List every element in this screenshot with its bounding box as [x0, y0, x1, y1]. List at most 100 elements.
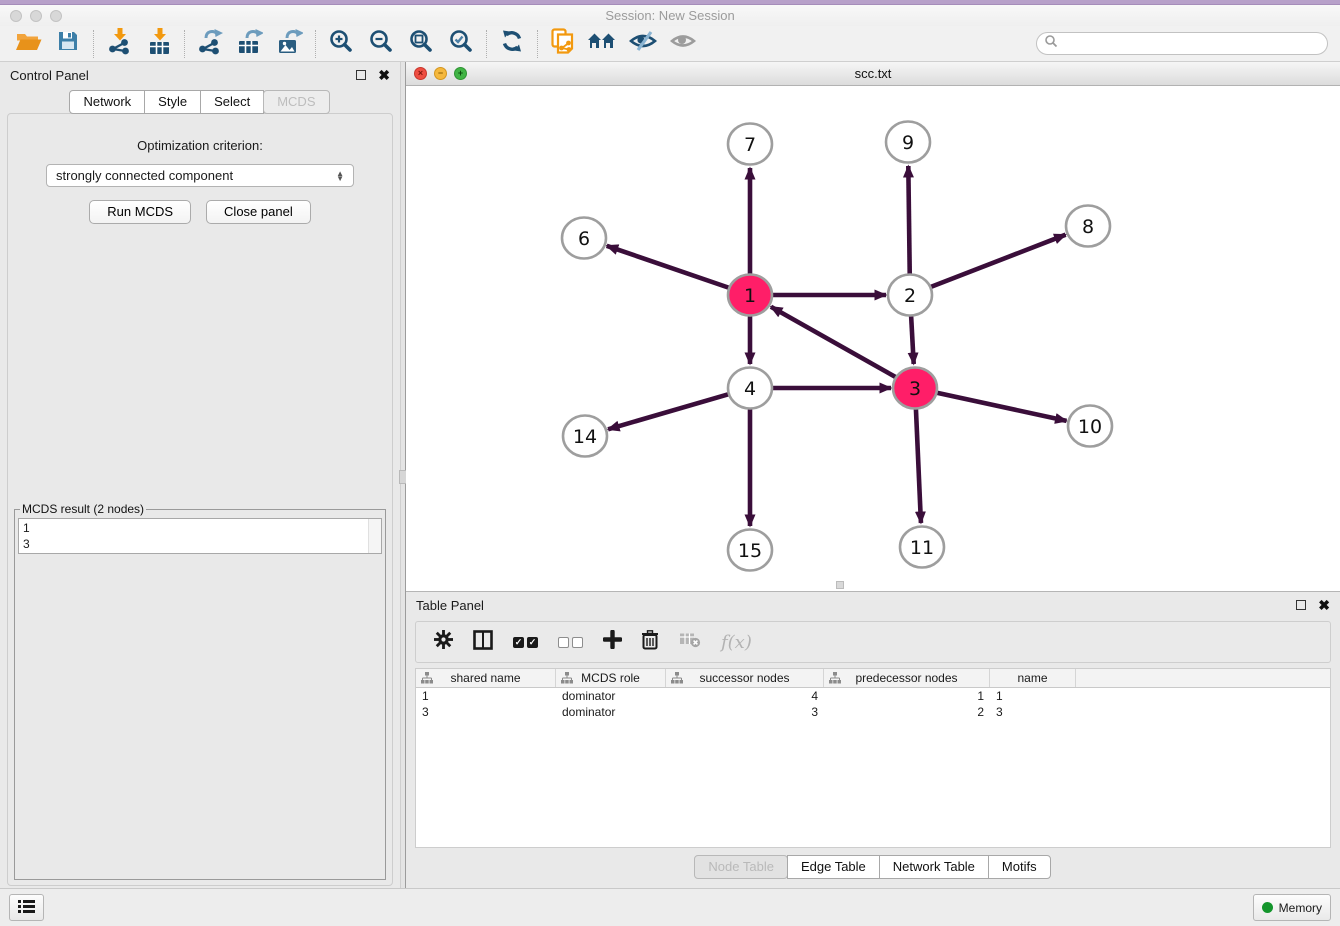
table-cell[interactable]: 1 [416, 688, 556, 704]
search-field[interactable] [1036, 32, 1328, 55]
table-tab-node-table[interactable]: Node Table [694, 855, 788, 879]
delete-table-button[interactable] [679, 631, 701, 653]
result-scrollbar[interactable] [368, 519, 381, 553]
node-3[interactable]: 3 [893, 368, 937, 409]
table-cell[interactable]: dominator [556, 704, 666, 720]
column-header-predecessor-nodes[interactable]: predecessor nodes [824, 669, 990, 687]
close-panel-button[interactable]: Close panel [206, 200, 311, 224]
table-cell[interactable]: 1 [990, 688, 1076, 704]
edge-2-9[interactable] [908, 166, 909, 275]
table-cell[interactable]: 3 [416, 704, 556, 720]
tab-style[interactable]: Style [144, 90, 201, 114]
node-6[interactable]: 6 [562, 218, 606, 259]
show-graphics-details-button[interactable] [663, 28, 703, 60]
criterion-dropdown[interactable]: strongly connected component ▲▼ [46, 164, 354, 187]
export-table-button[interactable] [230, 28, 270, 60]
column-header-name[interactable]: name [990, 669, 1076, 687]
table-row[interactable]: 1dominator411 [416, 688, 1330, 704]
column-header-shared-name[interactable]: shared name [416, 669, 556, 687]
zoom-window-button[interactable] [50, 10, 62, 22]
node-2[interactable]: 2 [888, 275, 932, 316]
delete-row-button[interactable] [642, 630, 659, 655]
node-15[interactable]: 15 [728, 530, 772, 571]
close-panel-icon[interactable]: ✖ [378, 68, 390, 82]
network-from-selection-button[interactable] [543, 28, 583, 60]
save-session-button[interactable] [48, 28, 88, 60]
network-window-controls[interactable]: × − + [414, 67, 467, 80]
table-tab-edge-table[interactable]: Edge Table [787, 855, 880, 879]
titlebar: Session: New Session [0, 5, 1340, 26]
network-graph[interactable]: 7 9 6 8 1 2 4 3 14 10 15 11 [406, 86, 1340, 591]
tab-select[interactable]: Select [200, 90, 264, 114]
node-table: shared nameMCDS rolesuccessor nodesprede… [415, 668, 1331, 848]
edge-3-1[interactable] [771, 307, 898, 378]
table-tab-network-table[interactable]: Network Table [879, 855, 989, 879]
zoom-in-button[interactable] [321, 28, 361, 60]
edge-2-3[interactable] [911, 315, 914, 364]
table-cell[interactable]: 2 [824, 704, 990, 720]
deselect-all-button[interactable] [558, 637, 583, 648]
close-window-button[interactable] [10, 10, 22, 22]
column-header-successor-nodes[interactable]: successor nodes [666, 669, 824, 687]
export-image-button[interactable] [270, 28, 310, 60]
table-cell[interactable]: 3 [666, 704, 824, 720]
node-4[interactable]: 4 [728, 368, 772, 409]
mcds-result-title: MCDS result (2 nodes) [20, 502, 146, 516]
edge-1-6[interactable] [607, 246, 731, 289]
node-1[interactable]: 1 [728, 275, 772, 316]
add-row-button[interactable] [603, 630, 622, 654]
float-panel-icon[interactable] [356, 70, 366, 80]
table-cell[interactable]: 3 [990, 704, 1076, 720]
zoom-out-button[interactable] [361, 28, 401, 60]
export-network-button[interactable] [190, 28, 230, 60]
close-table-panel-icon[interactable]: ✖ [1318, 598, 1330, 612]
zoom-fit-button[interactable] [401, 28, 441, 60]
table-cell[interactable]: 1 [824, 688, 990, 704]
mcds-result-text[interactable]: 13 [18, 518, 382, 554]
node-11[interactable]: 11 [900, 527, 944, 568]
edge-3-11[interactable] [916, 408, 921, 523]
run-mcds-button[interactable]: Run MCDS [89, 200, 191, 224]
network-maximize-button[interactable]: + [454, 67, 467, 80]
network-canvas[interactable]: 7 9 6 8 1 2 4 3 14 10 15 11 [406, 86, 1340, 591]
table-panel: Table Panel ✖ ✓ ✓ [406, 592, 1340, 888]
window-controls[interactable] [10, 10, 62, 22]
edge-2-8[interactable] [929, 235, 1066, 288]
node-14[interactable]: 14 [563, 416, 607, 457]
select-all-button[interactable]: ✓ ✓ [513, 637, 538, 648]
canvas-resize-handle[interactable] [836, 581, 844, 589]
table-cell[interactable]: dominator [556, 688, 666, 704]
import-network-button[interactable] [99, 28, 139, 60]
refresh-button[interactable] [492, 28, 532, 60]
ndex-home-button[interactable] [583, 28, 623, 60]
table-settings-button[interactable] [434, 630, 453, 654]
show-columns-button[interactable] [473, 630, 493, 655]
zoom-selected-button[interactable] [441, 28, 481, 60]
import-table-button[interactable] [139, 28, 179, 60]
tab-network[interactable]: Network [69, 90, 145, 114]
tab-mcds[interactable]: MCDS [263, 90, 329, 114]
edge-4-14[interactable] [608, 394, 731, 430]
export-network-icon [197, 28, 223, 60]
column-header-MCDS-role[interactable]: MCDS role [556, 669, 666, 687]
minimize-window-button[interactable] [30, 10, 42, 22]
open-file-button[interactable] [8, 28, 48, 60]
node-7[interactable]: 7 [728, 124, 772, 165]
node-9[interactable]: 9 [886, 122, 930, 163]
table-row[interactable]: 3dominator323 [416, 704, 1330, 720]
node-10[interactable]: 10 [1068, 406, 1112, 447]
table-tab-motifs[interactable]: Motifs [988, 855, 1051, 879]
network-close-button[interactable]: × [414, 67, 427, 80]
float-table-panel-icon[interactable] [1296, 600, 1306, 610]
memory-button[interactable]: Memory [1253, 894, 1331, 921]
result-line: 1 [23, 520, 377, 536]
node-8[interactable]: 8 [1066, 206, 1110, 247]
hide-graphics-details-button[interactable] [623, 28, 663, 60]
network-minimize-button[interactable]: − [434, 67, 447, 80]
edge-3-10[interactable] [935, 392, 1067, 421]
toolbar-separator [184, 30, 185, 58]
show-panels-button[interactable] [9, 894, 44, 921]
search-input[interactable] [1058, 37, 1320, 51]
function-builder-button[interactable]: f(x) [721, 632, 752, 653]
table-cell[interactable]: 4 [666, 688, 824, 704]
